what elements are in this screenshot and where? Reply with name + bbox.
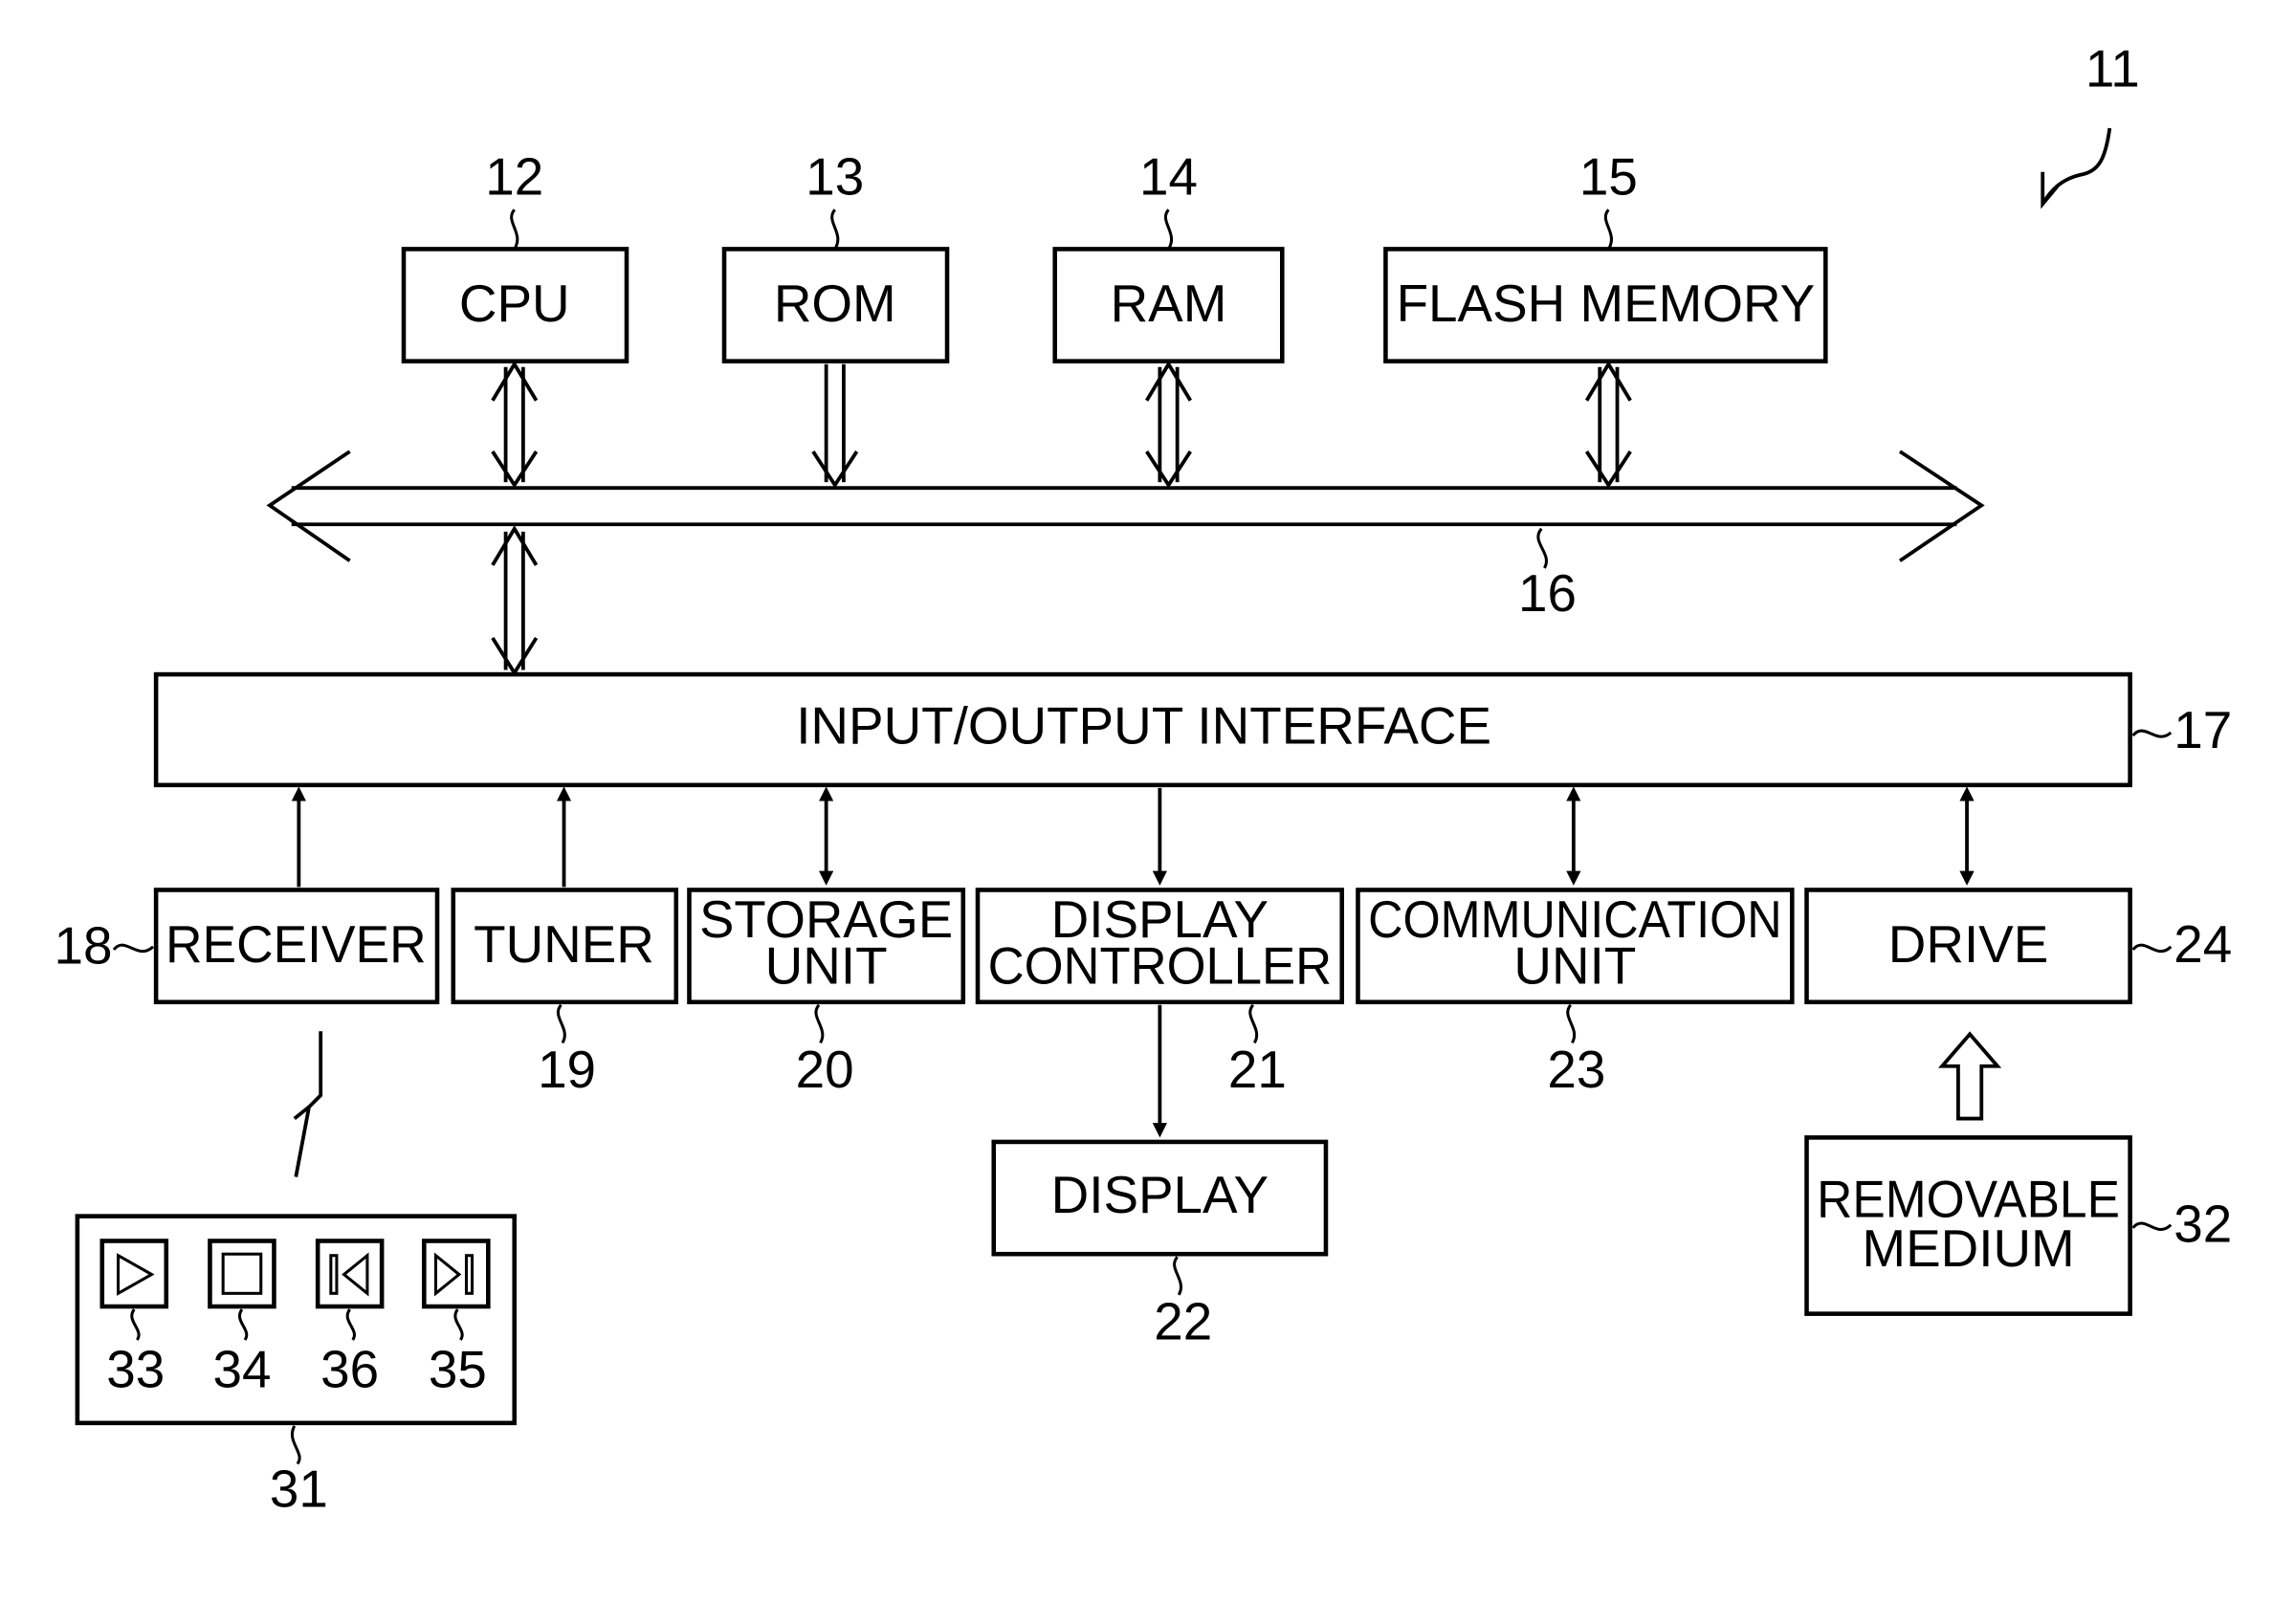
io-interface-label: INPUT/OUTPUT INTERFACE — [796, 695, 1491, 755]
leader-line — [1566, 1003, 1576, 1044]
stop-button-ref: 34 — [212, 1340, 271, 1399]
flash-bus-connector — [1584, 361, 1632, 489]
receiver-label: RECEIVER — [166, 914, 427, 974]
display-label: DISPLAY — [1051, 1165, 1269, 1224]
bus-right-arrowhead — [1898, 450, 1985, 562]
display-block: DISPLAY 22 — [991, 1139, 1329, 1350]
display-controller-label-2: CONTROLLER — [988, 936, 1332, 996]
flash-memory-ref: 15 — [1579, 146, 1638, 206]
io-interface-ref: 17 — [2174, 700, 2232, 759]
removable-medium-label-2: MEDIUM — [1862, 1218, 2074, 1278]
figure-ref-11: 11 — [2041, 39, 2140, 209]
leader-line — [1248, 1003, 1258, 1044]
tuner-label: TUNER — [474, 914, 654, 974]
receiver-block: RECEIVER 18 — [54, 888, 440, 1005]
rom-bus-connector — [811, 363, 859, 489]
cpu-bus-connector — [491, 361, 539, 489]
ram-bus-connector — [1145, 361, 1192, 489]
arrow-head — [2041, 171, 2059, 209]
play-button-ref: 33 — [106, 1340, 165, 1399]
drive-label: DRIVE — [1888, 914, 2049, 974]
remote-controller: 31 33 34 36 35 — [75, 1214, 518, 1518]
drive-ref: 24 — [2174, 914, 2232, 974]
removable-medium-block: REMOVABLE MEDIUM 32 — [1804, 1135, 2232, 1316]
ram-label: RAM — [1111, 274, 1227, 333]
leader-line — [1163, 208, 1174, 251]
removable-medium-ref: 32 — [2174, 1194, 2232, 1253]
flash-memory-label: FLASH MEMORY — [1397, 274, 1816, 333]
leader-line — [2131, 1221, 2173, 1232]
rom-ref: 13 — [805, 146, 864, 206]
ref-number: 11 — [2085, 39, 2140, 99]
leader-line — [1173, 1256, 1182, 1296]
cpu-label: CPU — [459, 274, 570, 333]
tuner-ref: 19 — [538, 1040, 596, 1099]
communication-unit-ref: 23 — [1547, 1040, 1605, 1099]
storage-unit-label-2: UNIT — [765, 936, 888, 996]
rom-label: ROM — [774, 274, 896, 333]
ram-block: RAM 14 — [1052, 146, 1285, 363]
previous-button-ref: 36 — [320, 1340, 379, 1399]
leader-line — [814, 1003, 825, 1044]
bus-left-arrowhead — [266, 450, 351, 562]
wireless-signal-icon — [294, 1031, 323, 1177]
display-ref: 22 — [1154, 1291, 1212, 1350]
ram-ref: 14 — [1139, 146, 1198, 206]
rom-block: ROM 13 — [721, 146, 950, 363]
flash-memory-block: FLASH MEMORY 15 — [1383, 146, 1828, 363]
display-controller-ref: 21 — [1228, 1040, 1287, 1099]
leader-line — [510, 208, 519, 251]
medium-drive-hollow-arrow — [1937, 1031, 2002, 1121]
cpu-block: CPU 12 — [401, 146, 629, 363]
storage-unit-ref: 20 — [796, 1040, 854, 1099]
leader-line — [1536, 527, 1548, 569]
tuner-block: TUNER 19 — [451, 888, 679, 1099]
leader-line — [2131, 729, 2173, 738]
remote-controller-ref: 31 — [270, 1459, 328, 1518]
communication-unit-block: COMMUNICATION UNIT 23 — [1356, 888, 1795, 1099]
cpu-ref: 12 — [485, 146, 543, 206]
leader-line — [2131, 943, 2173, 954]
leader-line — [112, 943, 155, 954]
leader-line — [556, 1003, 566, 1044]
receiver-ref: 18 — [54, 915, 112, 975]
io-interface-block: INPUT/OUTPUT INTERFACE 17 — [153, 671, 2232, 788]
storage-unit-block: STORAGE UNIT 20 — [687, 888, 966, 1099]
bus-ref: 16 — [1518, 563, 1577, 623]
leader-line — [830, 208, 840, 251]
bus-io-connector — [491, 525, 539, 677]
leader-line — [1603, 208, 1613, 251]
drive-block: DRIVE 24 — [1804, 888, 2232, 1005]
next-button-ref: 35 — [429, 1340, 487, 1399]
communication-unit-label-2: UNIT — [1513, 936, 1636, 996]
bus: 16 — [266, 450, 1985, 623]
block-diagram: 11 CPU 12 ROM 13 RAM 14 FLASH MEMORY 15 … — [54, 39, 2232, 1519]
